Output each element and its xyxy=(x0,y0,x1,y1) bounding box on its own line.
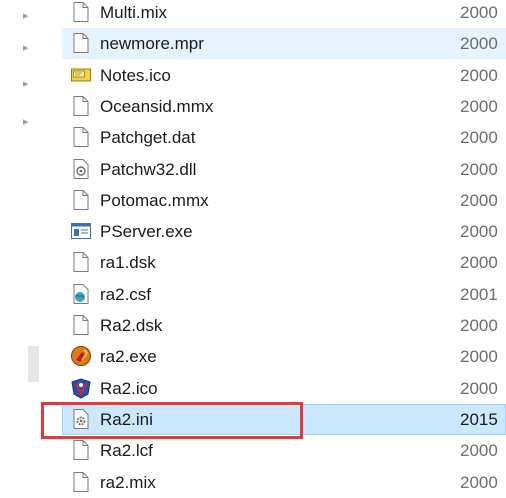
gear-file-icon xyxy=(70,158,92,180)
file-date-modified: 2000 xyxy=(460,472,498,492)
file-row[interactable]: Ra2.dsk 2000 xyxy=(62,310,506,341)
file-name: Patchw32.dll xyxy=(100,159,197,179)
file-name: Patchget.dat xyxy=(100,128,196,148)
file-name: Ra2.lcf xyxy=(100,441,153,461)
file-row[interactable]: Oceansid.mmx 2000 xyxy=(62,91,506,122)
file-row[interactable]: Notes.ico 2000 xyxy=(62,60,506,91)
blank-file-icon xyxy=(70,126,92,148)
file-row[interactable]: Potomac.mmx 2000 xyxy=(62,185,506,216)
file-row[interactable]: PServer.exe 2000 xyxy=(62,216,506,247)
file-row[interactable]: Patchw32.dll 2000 xyxy=(62,154,506,185)
file-date-modified: 2015 xyxy=(460,409,498,429)
expand-arrow-icon[interactable]: ▸ xyxy=(23,10,29,22)
file-name: newmore.mpr xyxy=(100,34,204,54)
file-name: ra2.mix xyxy=(100,472,156,492)
file-row[interactable]: ra2.mix 2000 xyxy=(62,467,506,498)
settings-file-icon xyxy=(70,408,92,430)
file-name: ra2.exe xyxy=(100,347,157,367)
blank-file-icon xyxy=(70,1,92,23)
file-date-modified: 2000 xyxy=(460,378,498,398)
file-date-modified: 2000 xyxy=(460,253,498,273)
file-date-modified: 2001 xyxy=(460,284,498,304)
blank-file-icon xyxy=(70,32,92,54)
file-name: Multi.mix xyxy=(100,3,168,22)
file-row[interactable]: newmore.mpr 2000 xyxy=(62,28,506,60)
expand-arrow-icon[interactable]: ▸ xyxy=(23,116,29,128)
file-name: Ra2.ico xyxy=(100,378,158,398)
expand-arrow-icon[interactable]: ▸ xyxy=(23,42,29,54)
allied-emblem-icon xyxy=(70,377,92,399)
blank-file-icon xyxy=(70,189,92,211)
file-row[interactable]: ra1.dsk 2000 xyxy=(62,247,506,278)
blank-file-icon xyxy=(70,251,92,273)
file-name: Ra2.dsk xyxy=(100,316,163,335)
file-name: Oceansid.mmx xyxy=(100,96,214,116)
blank-file-icon xyxy=(70,314,92,336)
file-name: ra2.csf xyxy=(100,284,152,304)
file-date-modified: 2000 xyxy=(460,3,498,22)
file-name: PServer.exe xyxy=(100,222,193,242)
file-row[interactable]: Ra2.ini 2015 xyxy=(62,403,506,435)
globe-file-icon xyxy=(70,283,92,305)
file-name: Potomac.mmx xyxy=(100,190,209,210)
file-name: ra1.dsk xyxy=(100,253,156,273)
file-row[interactable]: Patchget.dat 2000 xyxy=(62,122,506,153)
expand-arrow-icon[interactable]: ▸ xyxy=(23,78,29,90)
blank-file-icon xyxy=(70,95,92,117)
file-name: Notes.ico xyxy=(100,65,171,85)
soviet-emblem-icon xyxy=(70,345,92,367)
file-name: Ra2.ini xyxy=(100,409,153,429)
file-row[interactable]: Ra2.ico 2000 xyxy=(62,373,506,404)
file-date-modified: 2000 xyxy=(460,65,498,85)
navigation-pane: ▸ ▸ ▸ ▸ xyxy=(0,0,48,495)
file-date-modified: 2000 xyxy=(460,190,498,210)
blank-file-icon xyxy=(70,471,92,493)
file-date-modified: 2000 xyxy=(460,159,498,179)
file-date-modified: 2000 xyxy=(460,96,498,116)
blank-file-icon xyxy=(70,439,92,461)
file-date-modified: 2000 xyxy=(460,316,498,335)
file-date-modified: 2000 xyxy=(460,441,498,461)
file-date-modified: 2000 xyxy=(460,222,498,242)
file-list: Multi.mix 2000 newmore.mpr 2000 Notes.ico 200… xyxy=(62,0,506,495)
icon-file-icon xyxy=(70,64,92,86)
file-date-modified: 2000 xyxy=(460,34,498,54)
file-row[interactable]: ra2.csf 2001 xyxy=(62,279,506,310)
file-date-modified: 2000 xyxy=(460,128,498,148)
file-date-modified: 2000 xyxy=(460,347,498,367)
file-row[interactable]: ra2.exe 2000 xyxy=(62,341,506,372)
nav-scrollbar-thumb[interactable] xyxy=(28,346,39,382)
file-row[interactable]: Ra2.lcf 2000 xyxy=(62,435,506,466)
file-row[interactable]: Multi.mix 2000 xyxy=(62,0,506,28)
window-app-icon xyxy=(70,220,92,242)
